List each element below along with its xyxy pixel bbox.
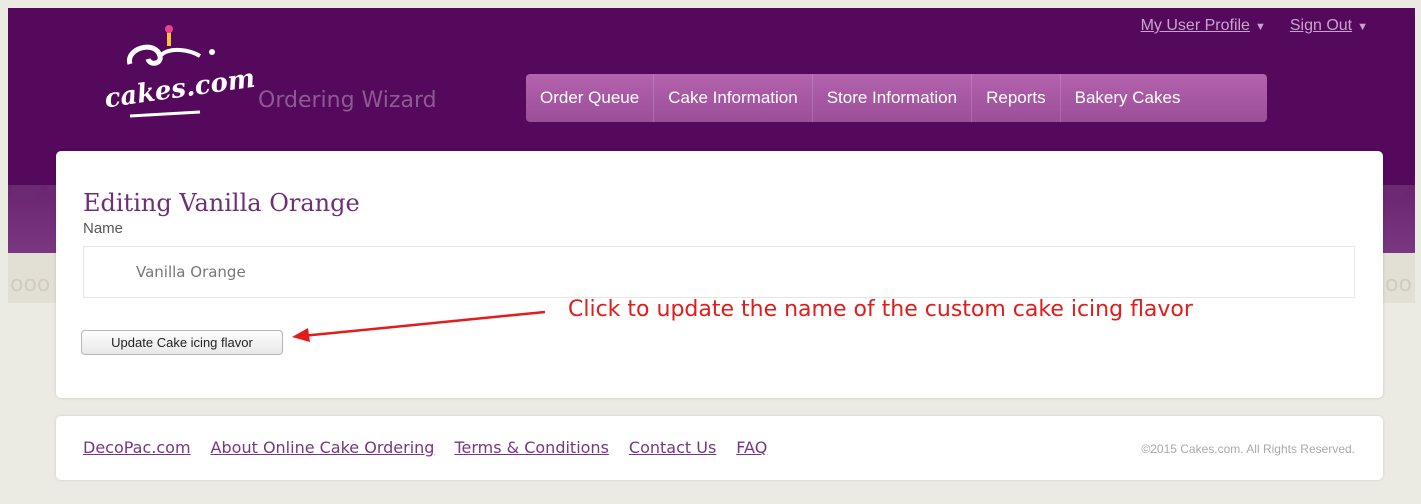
main-nav: Order Queue Cake Information Store Infor… bbox=[526, 74, 1267, 122]
nav-reports[interactable]: Reports bbox=[972, 74, 1061, 122]
update-flavor-button[interactable]: Update Cake icing flavor bbox=[81, 330, 283, 355]
sign-out-link[interactable]: Sign Out ▼ bbox=[1290, 17, 1368, 35]
user-profile-link[interactable]: My User Profile ▼ bbox=[1141, 17, 1266, 35]
caret-down-icon: ▼ bbox=[1254, 21, 1266, 33]
decorative-doodle: ooo bbox=[10, 272, 51, 297]
footer-link-about[interactable]: About Online Cake Ordering bbox=[211, 438, 435, 457]
nav-order-queue[interactable]: Order Queue bbox=[526, 74, 655, 122]
decorative-doodle: oo bbox=[1385, 272, 1412, 297]
nav-store-information[interactable]: Store Information bbox=[813, 74, 973, 122]
footer-link-terms[interactable]: Terms & Conditions bbox=[454, 438, 608, 457]
footer-link-faq[interactable]: FAQ bbox=[736, 438, 767, 457]
app-title: Ordering Wizard bbox=[258, 88, 437, 113]
copyright-text: ©2015 Cakes.com. All Rights Reserved. bbox=[1141, 442, 1355, 456]
caret-down-icon: ▼ bbox=[1357, 21, 1368, 33]
user-menu: My User Profile ▼ Sign Out ▼ bbox=[1141, 17, 1368, 35]
sign-out-label: Sign Out bbox=[1289, 17, 1353, 34]
footer-link-decopac[interactable]: DecoPac.com bbox=[83, 438, 191, 457]
nav-bakery-cakes[interactable]: Bakery Cakes bbox=[1061, 74, 1195, 122]
annotation-text: Click to update the name of the custom c… bbox=[568, 297, 1193, 322]
annotation-arrow-icon bbox=[292, 310, 546, 342]
site-footer: DecoPac.com About Online Cake Ordering T… bbox=[56, 416, 1383, 480]
footer-link-contact[interactable]: Contact Us bbox=[629, 438, 716, 457]
footer-links: DecoPac.com About Online Cake Ordering T… bbox=[83, 438, 767, 457]
page-title: Editing Vanilla Orange bbox=[83, 189, 360, 217]
name-field[interactable]: Vanilla Orange bbox=[83, 246, 1355, 298]
edit-form-card: Editing Vanilla Orange Name Vanilla Oran… bbox=[56, 151, 1383, 398]
user-profile-label: My User Profile bbox=[1140, 17, 1250, 34]
nav-cake-information[interactable]: Cake Information bbox=[654, 74, 813, 122]
name-label: Name bbox=[83, 220, 124, 237]
